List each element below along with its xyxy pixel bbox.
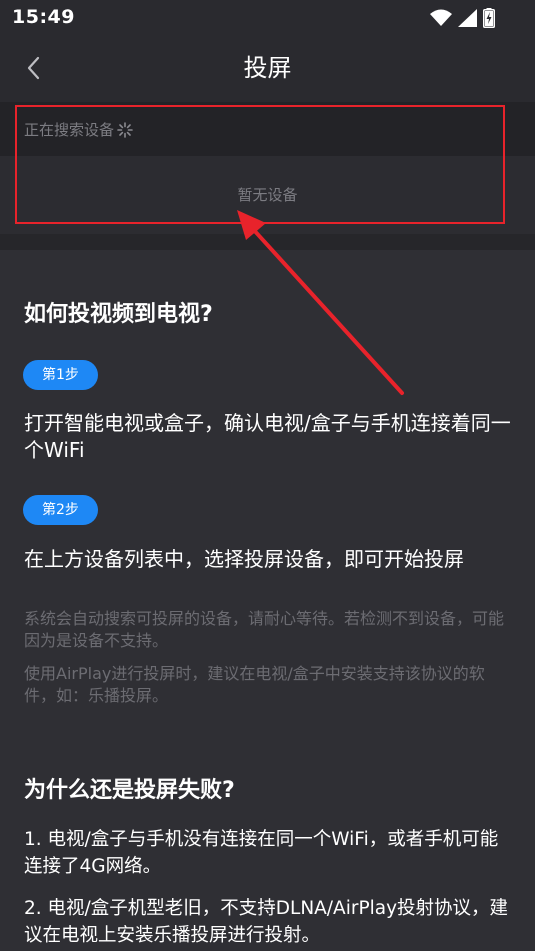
searching-label: 正在搜索设备 (24, 121, 115, 139)
hint-auto-search: 系统会自动搜索可投屏的设备，请耐心等待。若检测不到设备，可能因为是设备不支持。 (24, 609, 505, 650)
device-list: 暂无设备 (0, 156, 535, 234)
status-bar: 15:49 (0, 0, 535, 36)
app-header: 投屏 (0, 36, 535, 102)
page-title: 投屏 (243, 54, 292, 82)
signal-icon (458, 9, 477, 27)
failure-title: 为什么还是投屏失败? (24, 778, 235, 803)
section-divider (0, 234, 535, 250)
step-1-badge: 第1步 (23, 360, 98, 390)
hint-airplay: 使用AirPlay进行投屏时，建议在电视/盒子中安装支持该协议的软件，如：乐播投… (24, 664, 485, 705)
howto-title: 如何投视频到电视? (24, 302, 213, 327)
status-time: 15:49 (12, 6, 75, 28)
device-search-status: 正在搜索设备 (0, 102, 535, 156)
step-2-text: 在上方设备列表中，选择投屏设备，即可开始投屏 (24, 547, 464, 571)
help-section: 如何投视频到电视? 第1步 打开智能电视或盒子，确认电视/盒子与手机连接着同一个… (0, 250, 535, 951)
step-1-text: 打开智能电视或盒子，确认电视/盒子与手机连接着同一个WiFi (24, 411, 511, 462)
spinner-icon (117, 121, 133, 138)
screen: 15:49 投屏 正在搜索设备 暂无设备 如何投视频到电视? 第1步 打开智能电… (0, 0, 535, 951)
step-2-badge: 第2步 (23, 495, 98, 525)
failure-reason-1: 1. 电视/盒子与手机没有连接在同一个WiFi，或者手机可能连接了4G网络。 (24, 829, 499, 877)
failure-reason-2: 2. 电视/盒子机型老旧，不支持DLNA/AirPlay投射协议，建议在电视上安… (24, 898, 509, 946)
status-icons (430, 8, 495, 28)
wifi-icon (430, 9, 452, 26)
battery-charging-icon (483, 8, 495, 28)
empty-device-label: 暂无设备 (237, 186, 298, 204)
